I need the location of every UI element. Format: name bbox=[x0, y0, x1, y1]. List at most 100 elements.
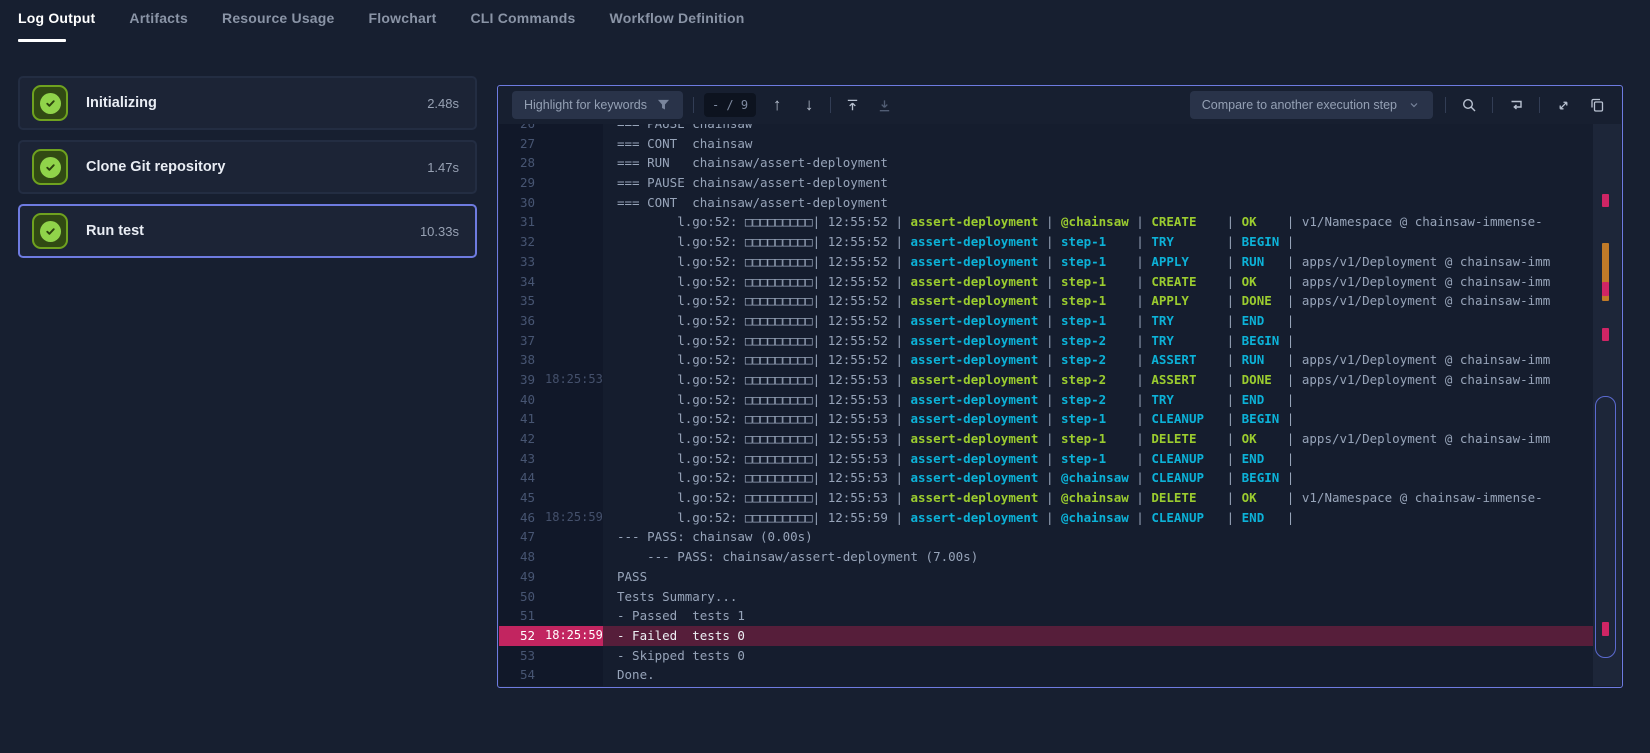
line-text: l.go:52: □□□□□□□□□| 12:55:53 | assert-de… bbox=[603, 370, 1621, 390]
step-card-run-test[interactable]: Run test10.33s bbox=[18, 204, 477, 258]
prev-match-button[interactable]: ↑ bbox=[766, 94, 788, 116]
compare-step-dropdown[interactable]: Compare to another execution step bbox=[1190, 91, 1433, 119]
main-content: Initializing2.48s Clone Git repository1.4… bbox=[0, 44, 1650, 688]
line-gutter: 50 bbox=[499, 587, 603, 607]
line-gutter: 28 bbox=[499, 153, 603, 173]
tab-label: CLI Commands bbox=[470, 10, 575, 26]
scroll-to-bottom-button[interactable] bbox=[873, 94, 895, 116]
log-line-47[interactable]: 47--- PASS: chainsaw (0.00s) bbox=[499, 527, 1621, 547]
tab-label: Flowchart bbox=[369, 10, 437, 26]
tab-resource-usage[interactable]: Resource Usage bbox=[222, 0, 335, 44]
log-line-29[interactable]: 29=== PAUSE chainsaw/assert-deployment bbox=[499, 173, 1621, 193]
log-line-33[interactable]: 33 l.go:52: □□□□□□□□□| 12:55:52 | assert… bbox=[499, 252, 1621, 272]
toolbar-divider bbox=[693, 97, 694, 113]
line-text: l.go:52: □□□□□□□□□| 12:55:53 | assert-de… bbox=[603, 429, 1621, 449]
minimap-marker-pink[interactable] bbox=[1602, 282, 1609, 296]
line-text: === CONT chainsaw bbox=[603, 134, 1621, 154]
minimap-marker-pink[interactable] bbox=[1602, 194, 1609, 207]
next-match-button[interactable]: ↓ bbox=[798, 94, 820, 116]
minimap-marker-pink[interactable] bbox=[1602, 328, 1609, 341]
search-button[interactable] bbox=[1458, 94, 1480, 116]
line-text: --- PASS: chainsaw (0.00s) bbox=[603, 527, 1621, 547]
step-label: Clone Git repository bbox=[86, 159, 427, 175]
log-line-38[interactable]: 38 l.go:52: □□□□□□□□□| 12:55:52 | assert… bbox=[499, 350, 1621, 370]
wrap-lines-button[interactable] bbox=[1505, 94, 1527, 116]
log-line-48[interactable]: 48 --- PASS: chainsaw/assert-deployment … bbox=[499, 547, 1621, 567]
tab-log-output[interactable]: Log Output bbox=[18, 0, 95, 44]
line-number: 40 bbox=[499, 390, 545, 410]
step-label: Run test bbox=[86, 223, 420, 239]
line-gutter: 34 bbox=[499, 272, 603, 292]
scroll-to-top-button[interactable] bbox=[841, 94, 863, 116]
line-gutter: 42 bbox=[499, 429, 603, 449]
tab-label: Resource Usage bbox=[222, 10, 335, 26]
log-line-31[interactable]: 31 l.go:52: □□□□□□□□□| 12:55:52 | assert… bbox=[499, 212, 1621, 232]
log-line-37[interactable]: 37 l.go:52: □□□□□□□□□| 12:55:52 | assert… bbox=[499, 331, 1621, 351]
tab-cli-commands[interactable]: CLI Commands bbox=[470, 0, 575, 44]
compare-step-label: Compare to another execution step bbox=[1202, 98, 1397, 112]
line-text: l.go:52: □□□□□□□□□| 12:55:53 | assert-de… bbox=[603, 488, 1621, 508]
tab-label: Artifacts bbox=[129, 10, 188, 26]
line-number: 27 bbox=[499, 134, 545, 154]
line-number: 41 bbox=[499, 409, 545, 429]
line-text: - Skipped tests 0 bbox=[603, 646, 1621, 666]
log-line-42[interactable]: 42 l.go:52: □□□□□□□□□| 12:55:53 | assert… bbox=[499, 429, 1621, 449]
line-number: 26 bbox=[499, 124, 545, 134]
line-gutter: 54 bbox=[499, 665, 603, 685]
log-line-28[interactable]: 28=== RUN chainsaw/assert-deployment bbox=[499, 153, 1621, 173]
line-gutter: 44 bbox=[499, 468, 603, 488]
step-duration: 1.47s bbox=[427, 160, 459, 175]
expand-button[interactable] bbox=[1552, 94, 1574, 116]
log-line-53[interactable]: 53- Skipped tests 0 bbox=[499, 646, 1621, 666]
line-text: === RUN chainsaw/assert-deployment bbox=[603, 153, 1621, 173]
scrollbar-thumb[interactable] bbox=[1595, 396, 1616, 658]
line-number: 36 bbox=[499, 311, 545, 331]
log-line-45[interactable]: 45 l.go:52: □□□□□□□□□| 12:55:53 | assert… bbox=[499, 488, 1621, 508]
step-card-initializing[interactable]: Initializing2.48s bbox=[18, 76, 477, 130]
line-number: 54 bbox=[499, 665, 545, 685]
line-gutter: 49 bbox=[499, 567, 603, 587]
log-line-32[interactable]: 32 l.go:52: □□□□□□□□□| 12:55:52 | assert… bbox=[499, 232, 1621, 252]
line-number: 42 bbox=[499, 429, 545, 449]
log-line-40[interactable]: 40 l.go:52: □□□□□□□□□| 12:55:53 | assert… bbox=[499, 390, 1621, 410]
log-toolbar: Highlight for keywords - / 9 ↑ ↓ bbox=[498, 86, 1622, 124]
log-viewer: 26=== PAUSE chainsaw27=== CONT chainsaw2… bbox=[499, 124, 1621, 686]
log-line-54[interactable]: 54Done. bbox=[499, 665, 1621, 685]
log-line-26[interactable]: 26=== PAUSE chainsaw bbox=[499, 124, 1621, 134]
line-number: 35 bbox=[499, 291, 545, 311]
line-timestamp: 18:25:59 bbox=[545, 626, 603, 646]
step-card-clone-git-repository[interactable]: Clone Git repository1.47s bbox=[18, 140, 477, 194]
line-gutter: 45 bbox=[499, 488, 603, 508]
log-line-52[interactable]: 5218:25:59- Failed tests 0 bbox=[499, 626, 1621, 646]
line-number: 51 bbox=[499, 606, 545, 626]
line-number: 30 bbox=[499, 193, 545, 213]
log-line-34[interactable]: 34 l.go:52: □□□□□□□□□| 12:55:52 | assert… bbox=[499, 272, 1621, 292]
log-line-44[interactable]: 44 l.go:52: □□□□□□□□□| 12:55:53 | assert… bbox=[499, 468, 1621, 488]
log-line-35[interactable]: 35 l.go:52: □□□□□□□□□| 12:55:52 | assert… bbox=[499, 291, 1621, 311]
line-text: === CONT chainsaw/assert-deployment bbox=[603, 193, 1621, 213]
log-line-46[interactable]: 4618:25:59 l.go:52: □□□□□□□□□| 12:55:59 … bbox=[499, 508, 1621, 528]
log-line-27[interactable]: 27 === CONT chainsaw bbox=[499, 134, 1621, 154]
copy-button[interactable] bbox=[1586, 94, 1608, 116]
tab-artifacts[interactable]: Artifacts bbox=[129, 0, 188, 44]
tab-workflow-definition[interactable]: Workflow Definition bbox=[610, 0, 745, 44]
line-text: l.go:52: □□□□□□□□□| 12:55:53 | assert-de… bbox=[603, 449, 1621, 469]
tab-flowchart[interactable]: Flowchart bbox=[369, 0, 437, 44]
log-line-36[interactable]: 36 l.go:52: □□□□□□□□□| 12:55:52 | assert… bbox=[499, 311, 1621, 331]
log-line-30[interactable]: 30 === CONT chainsaw/assert-deployment bbox=[499, 193, 1621, 213]
log-line-49[interactable]: 49PASS bbox=[499, 567, 1621, 587]
line-gutter: 47 bbox=[499, 527, 603, 547]
log-line-39[interactable]: 3918:25:53 l.go:52: □□□□□□□□□| 12:55:53 … bbox=[499, 370, 1621, 390]
highlight-keywords-button[interactable]: Highlight for keywords bbox=[512, 91, 683, 119]
line-text: - Failed tests 0 bbox=[603, 626, 1621, 646]
minimap-strip[interactable] bbox=[1593, 124, 1621, 686]
line-text: l.go:52: □□□□□□□□□| 12:55:59 | assert-de… bbox=[603, 508, 1621, 528]
line-gutter: 37 bbox=[499, 331, 603, 351]
line-number: 44 bbox=[499, 468, 545, 488]
log-line-43[interactable]: 43 l.go:52: □□□□□□□□□| 12:55:53 | assert… bbox=[499, 449, 1621, 469]
tab-label: Log Output bbox=[18, 10, 95, 26]
log-line-41[interactable]: 41 l.go:52: □□□□□□□□□| 12:55:53 | assert… bbox=[499, 409, 1621, 429]
line-text: l.go:52: □□□□□□□□□| 12:55:53 | assert-de… bbox=[603, 390, 1621, 410]
log-line-51[interactable]: 51- Passed tests 1 bbox=[499, 606, 1621, 626]
log-line-50[interactable]: 50Tests Summary... bbox=[499, 587, 1621, 607]
